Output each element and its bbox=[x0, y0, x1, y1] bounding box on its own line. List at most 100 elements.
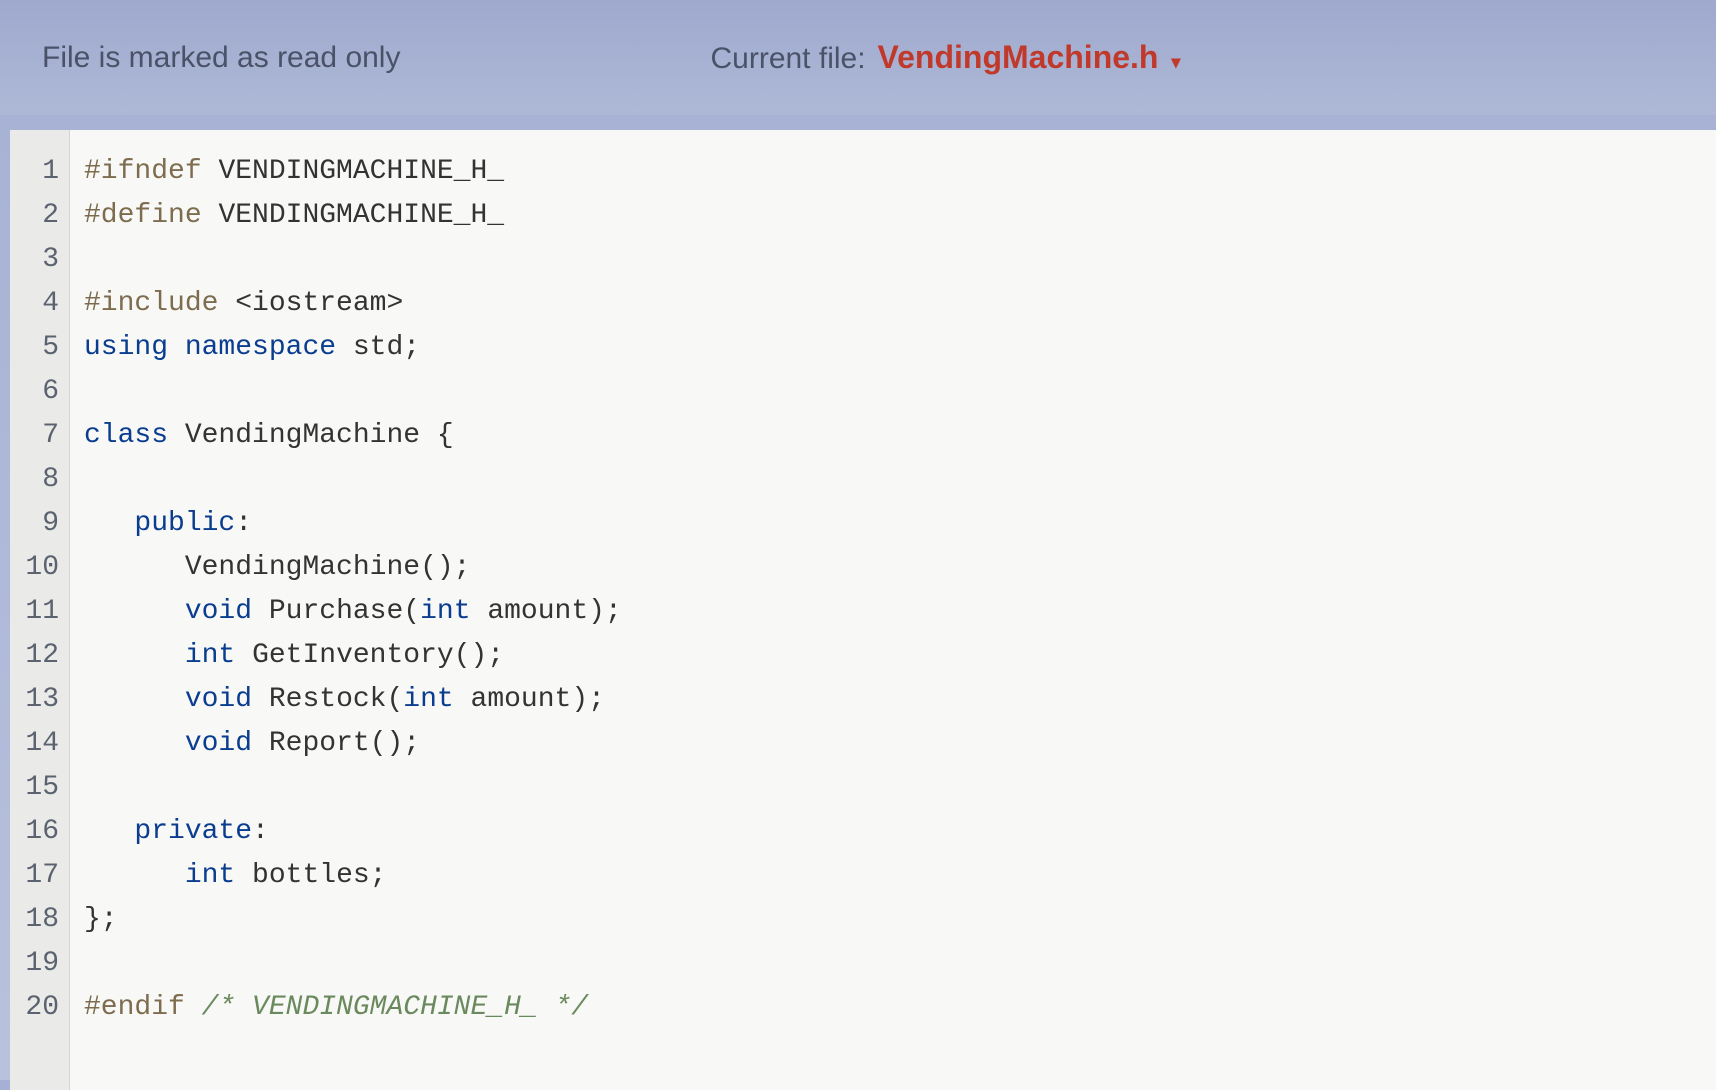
code-line: VendingMachine(); bbox=[84, 546, 1702, 590]
code-token: ); bbox=[571, 684, 605, 715]
code-token bbox=[168, 332, 185, 363]
code-line: class VendingMachine { bbox=[84, 414, 1702, 458]
line-number: 10 bbox=[20, 546, 59, 590]
code-token: VENDINGMACHINE_H_ bbox=[218, 200, 504, 231]
code-token bbox=[185, 992, 202, 1023]
code-token: : bbox=[252, 816, 269, 847]
code-line: using namespace std; bbox=[84, 326, 1702, 370]
code-token bbox=[84, 552, 185, 583]
code-token: amount bbox=[471, 596, 589, 627]
code-line: }; bbox=[84, 898, 1702, 942]
line-number: 11 bbox=[20, 590, 59, 634]
line-number: 14 bbox=[20, 722, 59, 766]
line-number: 13 bbox=[20, 678, 59, 722]
code-token: int bbox=[403, 684, 453, 715]
readonly-status-label: File is marked as read only bbox=[42, 41, 400, 75]
code-token bbox=[84, 860, 185, 891]
line-number: 3 bbox=[20, 238, 59, 282]
line-number: 8 bbox=[20, 458, 59, 502]
code-token: }; bbox=[84, 904, 118, 935]
code-line bbox=[84, 766, 1702, 810]
line-number: 20 bbox=[20, 986, 59, 1030]
code-token bbox=[168, 420, 185, 451]
code-token: ( bbox=[386, 684, 403, 715]
code-token bbox=[84, 728, 185, 759]
code-token: void bbox=[185, 684, 252, 715]
code-area: #ifndef VENDINGMACHINE_H_ #define VENDING… bbox=[70, 130, 1716, 1090]
code-token: VENDINGMACHINE_H_ bbox=[218, 156, 504, 187]
code-line bbox=[84, 238, 1702, 282]
code-token bbox=[252, 596, 269, 627]
code-line: void Restock(int amount); bbox=[84, 678, 1702, 722]
code-token: public bbox=[134, 508, 235, 539]
line-number: 16 bbox=[20, 810, 59, 854]
code-token: Restock bbox=[269, 684, 387, 715]
code-line: #ifndef VENDINGMACHINE_H_ bbox=[84, 150, 1702, 194]
code-line: int GetInventory(); bbox=[84, 634, 1702, 678]
code-token: bottles bbox=[235, 860, 369, 891]
code-token: VendingMachine bbox=[185, 552, 420, 583]
code-token: amount bbox=[454, 684, 572, 715]
code-token bbox=[218, 288, 235, 319]
code-token: using bbox=[84, 332, 168, 363]
line-number: 1 bbox=[20, 150, 59, 194]
code-token: void bbox=[185, 596, 252, 627]
code-token: (); bbox=[370, 728, 420, 759]
code-line bbox=[84, 458, 1702, 502]
code-token: void bbox=[185, 728, 252, 759]
code-token bbox=[202, 156, 219, 187]
line-number: 5 bbox=[20, 326, 59, 370]
code-token: class bbox=[84, 420, 168, 451]
line-number: 4 bbox=[20, 282, 59, 326]
code-token bbox=[252, 684, 269, 715]
code-token bbox=[84, 508, 134, 539]
code-line bbox=[84, 370, 1702, 414]
code-token: int bbox=[185, 860, 235, 891]
code-token: ( bbox=[403, 596, 420, 627]
code-token: #endif bbox=[84, 992, 185, 1023]
code-token bbox=[84, 684, 185, 715]
code-token: GetInventory bbox=[252, 640, 454, 671]
code-line bbox=[84, 942, 1702, 986]
line-number: 17 bbox=[20, 854, 59, 898]
current-file-label: Current file: bbox=[710, 42, 865, 76]
code-token: private bbox=[134, 816, 252, 847]
code-token: ); bbox=[588, 596, 622, 627]
code-token bbox=[202, 200, 219, 231]
code-token: (); bbox=[454, 640, 504, 671]
line-number: 18 bbox=[20, 898, 59, 942]
code-token: int bbox=[420, 596, 470, 627]
current-file-dropdown[interactable]: VendingMachine.h ▾ bbox=[878, 39, 1181, 76]
header-bar: File is marked as read only Current file… bbox=[0, 0, 1716, 115]
code-line: void Report(); bbox=[84, 722, 1702, 766]
line-number: 19 bbox=[20, 942, 59, 986]
code-line: void Purchase(int amount); bbox=[84, 590, 1702, 634]
code-line: public: bbox=[84, 502, 1702, 546]
code-token: /* VENDINGMACHINE_H_ */ bbox=[202, 992, 588, 1023]
code-token bbox=[252, 728, 269, 759]
code-token: int bbox=[185, 640, 235, 671]
code-token bbox=[84, 816, 134, 847]
line-number: 12 bbox=[20, 634, 59, 678]
code-token: <iostream> bbox=[235, 288, 403, 319]
code-token: #define bbox=[84, 200, 202, 231]
code-token: VendingMachine bbox=[185, 420, 420, 451]
line-number: 2 bbox=[20, 194, 59, 238]
code-token: Purchase bbox=[269, 596, 403, 627]
code-token: #include bbox=[84, 288, 218, 319]
code-token: std bbox=[353, 332, 403, 363]
code-line: #include <iostream> bbox=[84, 282, 1702, 326]
code-token bbox=[84, 596, 185, 627]
code-token: (); bbox=[420, 552, 470, 583]
current-file-name-text: VendingMachine.h bbox=[878, 39, 1159, 75]
code-token: Report bbox=[269, 728, 370, 759]
chevron-down-icon: ▾ bbox=[1171, 52, 1180, 73]
code-token: ; bbox=[370, 860, 387, 891]
line-number: 7 bbox=[20, 414, 59, 458]
code-token: ; bbox=[403, 332, 420, 363]
code-token bbox=[84, 640, 185, 671]
code-token bbox=[235, 640, 252, 671]
code-token: #ifndef bbox=[84, 156, 202, 187]
code-editor: 1234567891011121314151617181920 #ifndef … bbox=[10, 130, 1716, 1090]
code-line: #endif /* VENDINGMACHINE_H_ */ bbox=[84, 986, 1702, 1030]
